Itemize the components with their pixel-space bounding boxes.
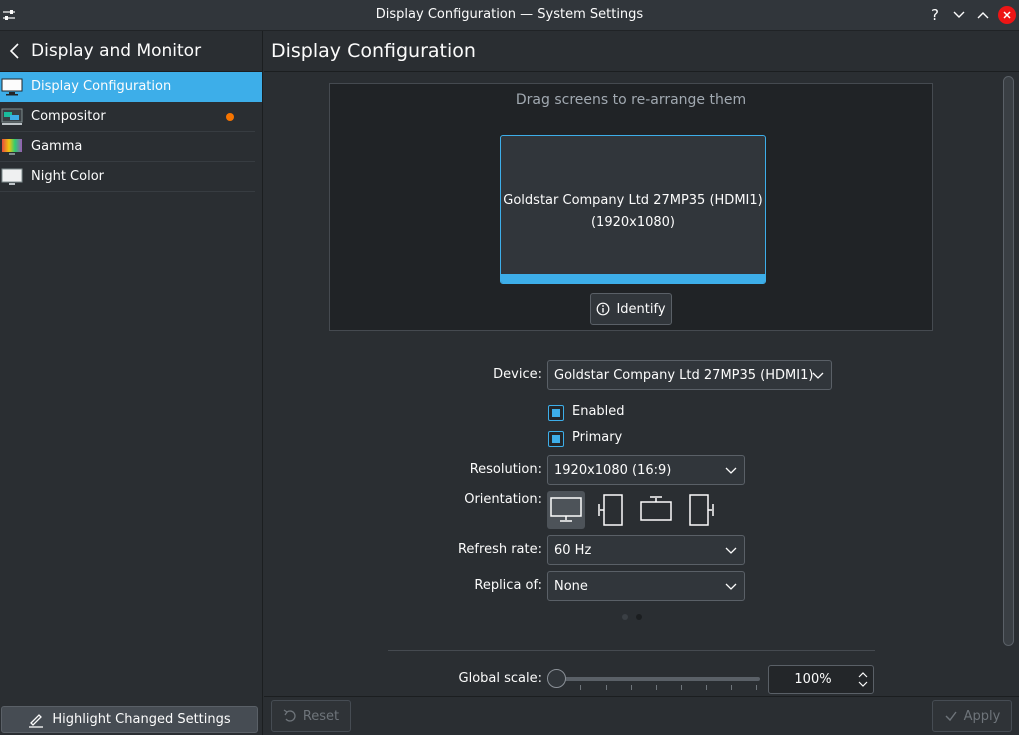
- screen-name: Goldstar Company Ltd 27MP35 (HDMI1): [503, 193, 763, 208]
- sidebar-item-display-configuration[interactable]: Display Configuration: [0, 72, 262, 102]
- footer-bar: Reset Apply: [264, 696, 1019, 735]
- sidebar-item-night-color[interactable]: Night Color: [0, 162, 255, 192]
- sidebar-title: Display and Monitor: [31, 41, 202, 61]
- slider-tick: [606, 685, 607, 690]
- title-bar: Display Configuration — System Settings …: [0, 0, 1019, 31]
- sidebar-item-compositor[interactable]: Compositor: [0, 102, 255, 132]
- device-combobox[interactable]: Goldstar Company Ltd 27MP35 (HDMI1): [547, 360, 832, 390]
- slider-tick: [681, 685, 682, 690]
- slider-tick: [731, 685, 732, 690]
- global-scale-value: 100%: [794, 672, 832, 687]
- sidebar-item-label: Gamma: [31, 139, 83, 154]
- reset-button[interactable]: Reset: [271, 700, 351, 732]
- sidebar-header: Display and Monitor: [0, 31, 262, 72]
- landscape-monitor-icon: [550, 497, 582, 522]
- device-value: Goldstar Company Ltd 27MP35 (HDMI1): [554, 368, 814, 383]
- global-scale-slider-handle[interactable]: [547, 669, 566, 688]
- chevron-down-icon: [812, 372, 824, 379]
- orientation-upside-down-button[interactable]: [637, 491, 675, 529]
- global-scale-spinbox[interactable]: 100%: [768, 665, 874, 694]
- spin-arrows-icon[interactable]: [857, 669, 869, 690]
- close-icon: [1003, 11, 1011, 19]
- highlight-changed-settings-button[interactable]: Highlight Changed Settings: [1, 706, 258, 733]
- identify-label: Identify: [616, 301, 666, 317]
- replica-of-label: Replica of:: [474, 578, 542, 593]
- replica-of-combobox[interactable]: None: [547, 571, 745, 601]
- sidebar: Display and Monitor Display Configuratio…: [0, 31, 263, 735]
- orientation-landscape-button[interactable]: [547, 491, 585, 529]
- screen-arrangement-area[interactable]: Drag screens to re-arrange them Goldstar…: [329, 83, 933, 331]
- separator: [388, 650, 875, 651]
- device-label: Device:: [493, 367, 542, 382]
- resolution-label: Resolution:: [469, 462, 542, 477]
- global-scale-label: Global scale:: [458, 671, 542, 686]
- refresh-rate-combobox[interactable]: 60 Hz: [547, 535, 745, 565]
- slider-tick: [656, 685, 657, 690]
- refresh-rate-label: Refresh rate:: [457, 542, 542, 557]
- sidebar-item-label: Compositor: [31, 109, 106, 124]
- refresh-rate-value: 60 Hz: [554, 543, 592, 558]
- resolution-combobox[interactable]: 1920x1080 (16:9): [547, 455, 745, 485]
- enabled-label: Enabled: [572, 404, 625, 419]
- night-color-icon: [1, 168, 23, 185]
- checkmark-icon: [945, 711, 957, 722]
- maximize-button[interactable]: [974, 6, 992, 24]
- arrange-hint: Drag screens to re-arrange them: [515, 92, 747, 108]
- chevron-down-icon: [725, 467, 737, 474]
- apply-label: Apply: [963, 708, 1001, 724]
- vertical-scrollbar[interactable]: [1003, 76, 1014, 646]
- minimize-button[interactable]: [950, 6, 968, 24]
- close-button[interactable]: [998, 6, 1016, 24]
- page-indicator-dot[interactable]: [636, 614, 642, 620]
- window-title: Display Configuration — System Settings: [375, 7, 644, 22]
- modified-indicator: [226, 113, 234, 121]
- monitor-icon: [1, 78, 23, 96]
- checkbox-checked-icon: [548, 405, 564, 421]
- slider-tick: [580, 685, 581, 690]
- orientation-label: Orientation:: [464, 492, 542, 507]
- sidebar-item-label: Night Color: [31, 169, 104, 184]
- orientation-rotate-right-button[interactable]: [681, 491, 719, 529]
- compositor-icon: [1, 108, 23, 125]
- help-button[interactable]: ?: [926, 6, 944, 24]
- portrait-left-monitor-icon: [598, 494, 623, 526]
- help-icon: ?: [931, 6, 939, 24]
- page-indicator-dot[interactable]: [622, 614, 628, 620]
- upside-down-monitor-icon: [640, 496, 672, 521]
- orientation-rotate-left-button[interactable]: [593, 491, 631, 529]
- info-icon: [597, 302, 610, 316]
- identify-button[interactable]: Identify: [590, 293, 672, 325]
- replica-of-value: None: [554, 579, 588, 594]
- highlight-button-label: Highlight Changed Settings: [52, 712, 231, 727]
- sidebar-item-gamma[interactable]: Gamma: [0, 132, 255, 162]
- undo-icon: [283, 709, 296, 722]
- back-arrow-icon[interactable]: [8, 42, 20, 60]
- apply-button[interactable]: Apply: [932, 700, 1012, 732]
- page-title: Display Configuration: [271, 40, 476, 62]
- reset-label: Reset: [302, 708, 340, 724]
- screen-tile-label: Goldstar Company Ltd 27MP35 (HDMI1) (192…: [501, 190, 765, 234]
- chevron-down-icon: [725, 547, 737, 554]
- checkbox-checked-icon: [548, 431, 564, 447]
- resolution-value: 1920x1080 (16:9): [554, 463, 672, 478]
- page-header: Display Configuration: [264, 31, 1019, 72]
- chevron-up-icon: [977, 12, 989, 19]
- portrait-right-monitor-icon: [689, 494, 714, 526]
- pencil-highlight-icon: [29, 713, 44, 728]
- global-scale-slider[interactable]: [556, 677, 760, 681]
- screen-tile-selection-bar: [501, 274, 765, 283]
- slider-tick: [706, 685, 707, 690]
- screen-tile[interactable]: Goldstar Company Ltd 27MP35 (HDMI1) (192…: [500, 135, 766, 284]
- primary-label: Primary: [572, 430, 623, 445]
- sidebar-item-label: Display Configuration: [31, 79, 172, 94]
- chevron-down-icon: [953, 11, 965, 18]
- chevron-down-icon: [725, 583, 737, 590]
- gamma-icon: [2, 139, 22, 155]
- slider-tick: [631, 685, 632, 690]
- slider-tick: [756, 685, 757, 690]
- screen-resolution: (1920x1080): [590, 215, 675, 230]
